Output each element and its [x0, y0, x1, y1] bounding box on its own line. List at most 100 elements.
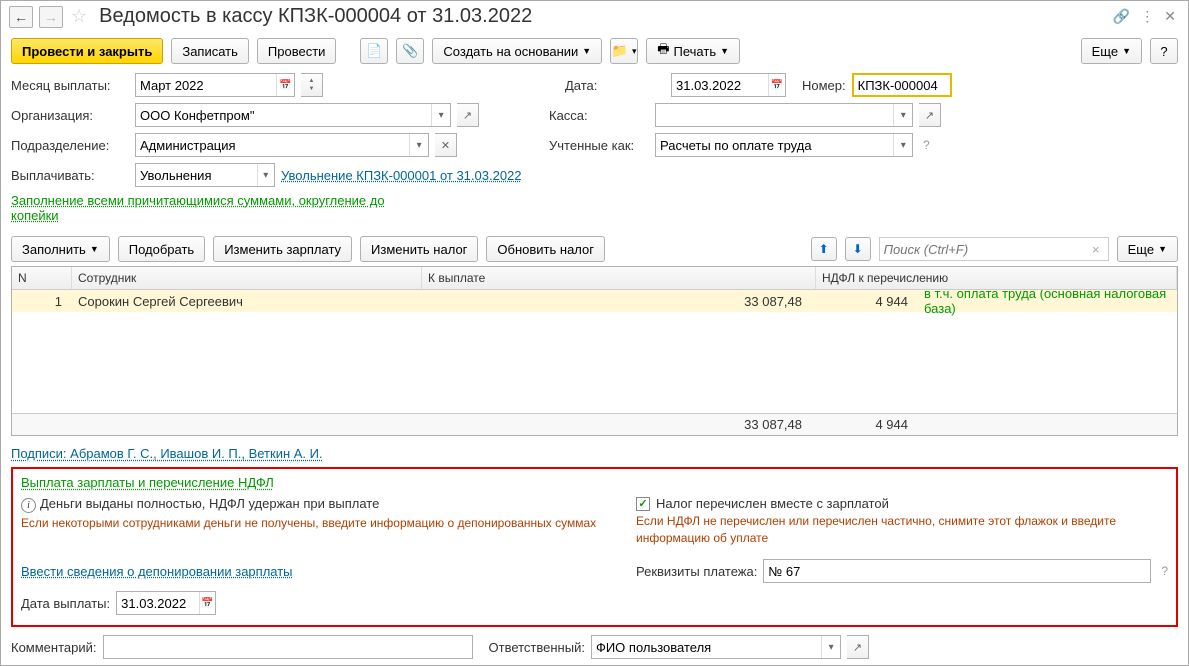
chevron-down-icon[interactable]: ▾	[821, 636, 840, 658]
number-input[interactable]	[852, 73, 952, 97]
change-salary-button[interactable]: Изменить зарплату	[213, 236, 352, 262]
cell-pay: 33 087,48	[422, 294, 816, 309]
create-based-button[interactable]: Создать на основании ▼	[432, 38, 602, 64]
document-icon: 📄	[366, 43, 382, 59]
save-button[interactable]: Записать	[171, 38, 249, 64]
calendar-icon[interactable]: 📅	[199, 592, 216, 614]
comment-input[interactable]	[103, 635, 473, 659]
table-more-button[interactable]: Еще ▼	[1117, 236, 1178, 262]
resp-input[interactable]: ▾	[591, 635, 841, 659]
ndfl-note-link[interactable]: в т.ч. оплата труда (основная налоговая …	[924, 290, 1166, 316]
accounted-label: Учтенные как:	[549, 138, 649, 153]
org-open-button[interactable]: ↗	[457, 103, 479, 127]
attach-icon-button[interactable]: 📎	[396, 38, 424, 64]
chevron-down-icon: ▼	[90, 244, 99, 254]
chevron-down-icon: ▼	[720, 46, 729, 56]
paydate-label: Дата выплаты:	[21, 596, 110, 611]
tax-warn: Если НДФЛ не перечислен или перечислен ч…	[636, 513, 1168, 547]
cell-employee: Сорокин Сергей Сергеевич	[72, 294, 422, 309]
date-label: Дата:	[565, 78, 665, 93]
nav-back[interactable]: ←	[9, 6, 33, 28]
favorite-star-icon[interactable]: ☆	[71, 6, 87, 27]
dept-input[interactable]: ▾	[135, 133, 429, 157]
col-n[interactable]: N	[12, 267, 72, 289]
kebab-menu-icon[interactable]: ⋮	[1140, 8, 1154, 25]
help-icon[interactable]: ?	[1161, 564, 1168, 578]
help-button[interactable]: ?	[1150, 38, 1178, 64]
move-down-button[interactable]: ⬇	[845, 237, 871, 261]
tax-transferred-checkbox[interactable]: ✓	[636, 497, 650, 511]
clear-search-icon[interactable]: ×	[1088, 242, 1104, 257]
tax-check-label: Налог перечислен вместе с зарплатой	[656, 496, 889, 511]
window-title: Ведомость в кассу КПЗК-000004 от 31.03.2…	[95, 5, 1107, 28]
month-stepper[interactable]: ▲▼	[301, 73, 323, 97]
accounted-input[interactable]: ▾	[655, 133, 913, 157]
process-close-button[interactable]: Провести и закрыть	[11, 38, 163, 64]
org-input[interactable]: ▾	[135, 103, 451, 127]
help-icon[interactable]: ?	[923, 138, 930, 152]
org-label: Организация:	[11, 108, 129, 123]
fill-button[interactable]: Заполнить ▼	[11, 236, 110, 262]
number-label: Номер:	[802, 78, 846, 93]
kassa-open-button[interactable]: ↗	[919, 103, 941, 127]
printer-icon: 🖶	[657, 40, 669, 62]
col-pay[interactable]: К выплате	[422, 267, 816, 289]
chevron-down-icon[interactable]: ▾	[257, 164, 274, 186]
more-button[interactable]: Еще ▼	[1081, 38, 1142, 64]
paydate-input[interactable]: 📅	[116, 591, 216, 615]
chevron-down-icon: ▾	[632, 46, 637, 57]
resp-open-button[interactable]: ↗	[847, 635, 869, 659]
pick-button[interactable]: Подобрать	[118, 236, 205, 262]
total-ndfl: 4 944	[816, 417, 916, 432]
nav-forward[interactable]: →	[39, 6, 63, 28]
month-label: Месяц выплаты:	[11, 78, 129, 93]
link-icon[interactable]: 🔗	[1113, 8, 1130, 25]
dismissal-link[interactable]: Увольнение КПЗК-000001 от 31.03.2022	[281, 168, 522, 183]
chevron-down-icon: ▼	[1158, 244, 1167, 254]
employees-table: N Сотрудник К выплате НДФЛ к перечислени…	[11, 266, 1178, 436]
cell-ndfl: 4 944	[816, 294, 916, 309]
chevron-down-icon: ▼	[1122, 46, 1131, 56]
kassa-input[interactable]: ▾	[655, 103, 913, 127]
dept-clear-button[interactable]: ✕	[435, 133, 457, 157]
process-button[interactable]: Провести	[257, 38, 337, 64]
dept-label: Подразделение:	[11, 138, 129, 153]
change-tax-button[interactable]: Изменить налог	[360, 236, 478, 262]
folder-icon: 📁	[612, 43, 628, 59]
depo-link[interactable]: Ввести сведения о депонировании зарплаты	[21, 564, 293, 579]
money-text: Деньги выданы полностью, НДФЛ удержан пр…	[40, 496, 379, 511]
month-input[interactable]: 📅	[135, 73, 295, 97]
chevron-down-icon[interactable]: ▾	[893, 134, 912, 156]
chevron-down-icon: ▼	[582, 46, 591, 56]
table-search-input[interactable]: ×	[879, 237, 1109, 261]
folder-icon-button[interactable]: 📁▾	[610, 38, 638, 64]
chevron-down-icon[interactable]: ▾	[409, 134, 428, 156]
calendar-icon[interactable]: 📅	[276, 74, 294, 96]
req-input[interactable]	[763, 559, 1151, 583]
money-warn: Если некоторыми сотрудниками деньги не п…	[21, 515, 626, 532]
cell-n: 1	[12, 294, 72, 309]
chevron-down-icon[interactable]: ▾	[431, 104, 450, 126]
fill-settings-link[interactable]: Заполнение всеми причитающимися суммами,…	[11, 193, 411, 223]
calendar-icon[interactable]: 📅	[768, 74, 785, 96]
payout-header-link[interactable]: Выплата зарплаты и перечисление НДФЛ	[21, 475, 274, 490]
req-label: Реквизиты платежа:	[636, 564, 757, 579]
pay-input[interactable]: ▾	[135, 163, 275, 187]
print-button[interactable]: 🖶 Печать ▼	[646, 38, 740, 64]
document-icon-button[interactable]: 📄	[360, 38, 388, 64]
payment-ndfl-section: Выплата зарплаты и перечисление НДФЛ iДе…	[11, 467, 1178, 627]
pay-label: Выплачивать:	[11, 168, 129, 183]
close-icon[interactable]: ✕	[1164, 8, 1176, 25]
col-ndfl[interactable]: НДФЛ к перечислению	[816, 267, 1177, 289]
signatures-link[interactable]: Подписи: Абрамов Г. С., Ивашов И. П., Ве…	[11, 446, 323, 461]
kassa-label: Касса:	[549, 108, 649, 123]
total-pay: 33 087,48	[422, 417, 816, 432]
date-input[interactable]: 📅	[671, 73, 786, 97]
paperclip-icon: 📎	[402, 43, 418, 59]
comment-label: Комментарий:	[11, 640, 97, 655]
move-up-button[interactable]: ⬆	[811, 237, 837, 261]
chevron-down-icon[interactable]: ▾	[893, 104, 912, 126]
update-tax-button[interactable]: Обновить налог	[486, 236, 605, 262]
col-employee[interactable]: Сотрудник	[72, 267, 422, 289]
table-row[interactable]: 1 Сорокин Сергей Сергеевич 33 087,48 4 9…	[12, 290, 1177, 312]
